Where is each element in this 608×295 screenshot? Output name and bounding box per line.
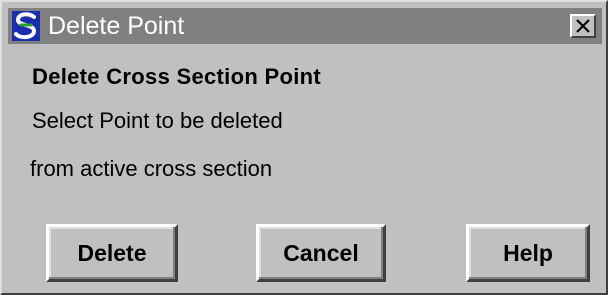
delete-point-dialog: Delete Point Delete Cross Section Point … (0, 0, 608, 295)
dialog-heading: Delete Cross Section Point (32, 64, 321, 89)
help-button[interactable]: Help (466, 224, 590, 282)
cancel-button[interactable]: Cancel (256, 224, 386, 282)
title-bar[interactable]: Delete Point (8, 8, 602, 44)
app-s-logo-icon (12, 11, 40, 41)
window-title: Delete Point (48, 12, 185, 40)
delete-button[interactable]: Delete (46, 224, 178, 282)
instruction-line-1: Select Point to be deleted (32, 108, 283, 133)
instruction-line-2: from active cross section (30, 156, 273, 181)
close-button[interactable] (570, 14, 596, 38)
close-icon (576, 19, 590, 33)
